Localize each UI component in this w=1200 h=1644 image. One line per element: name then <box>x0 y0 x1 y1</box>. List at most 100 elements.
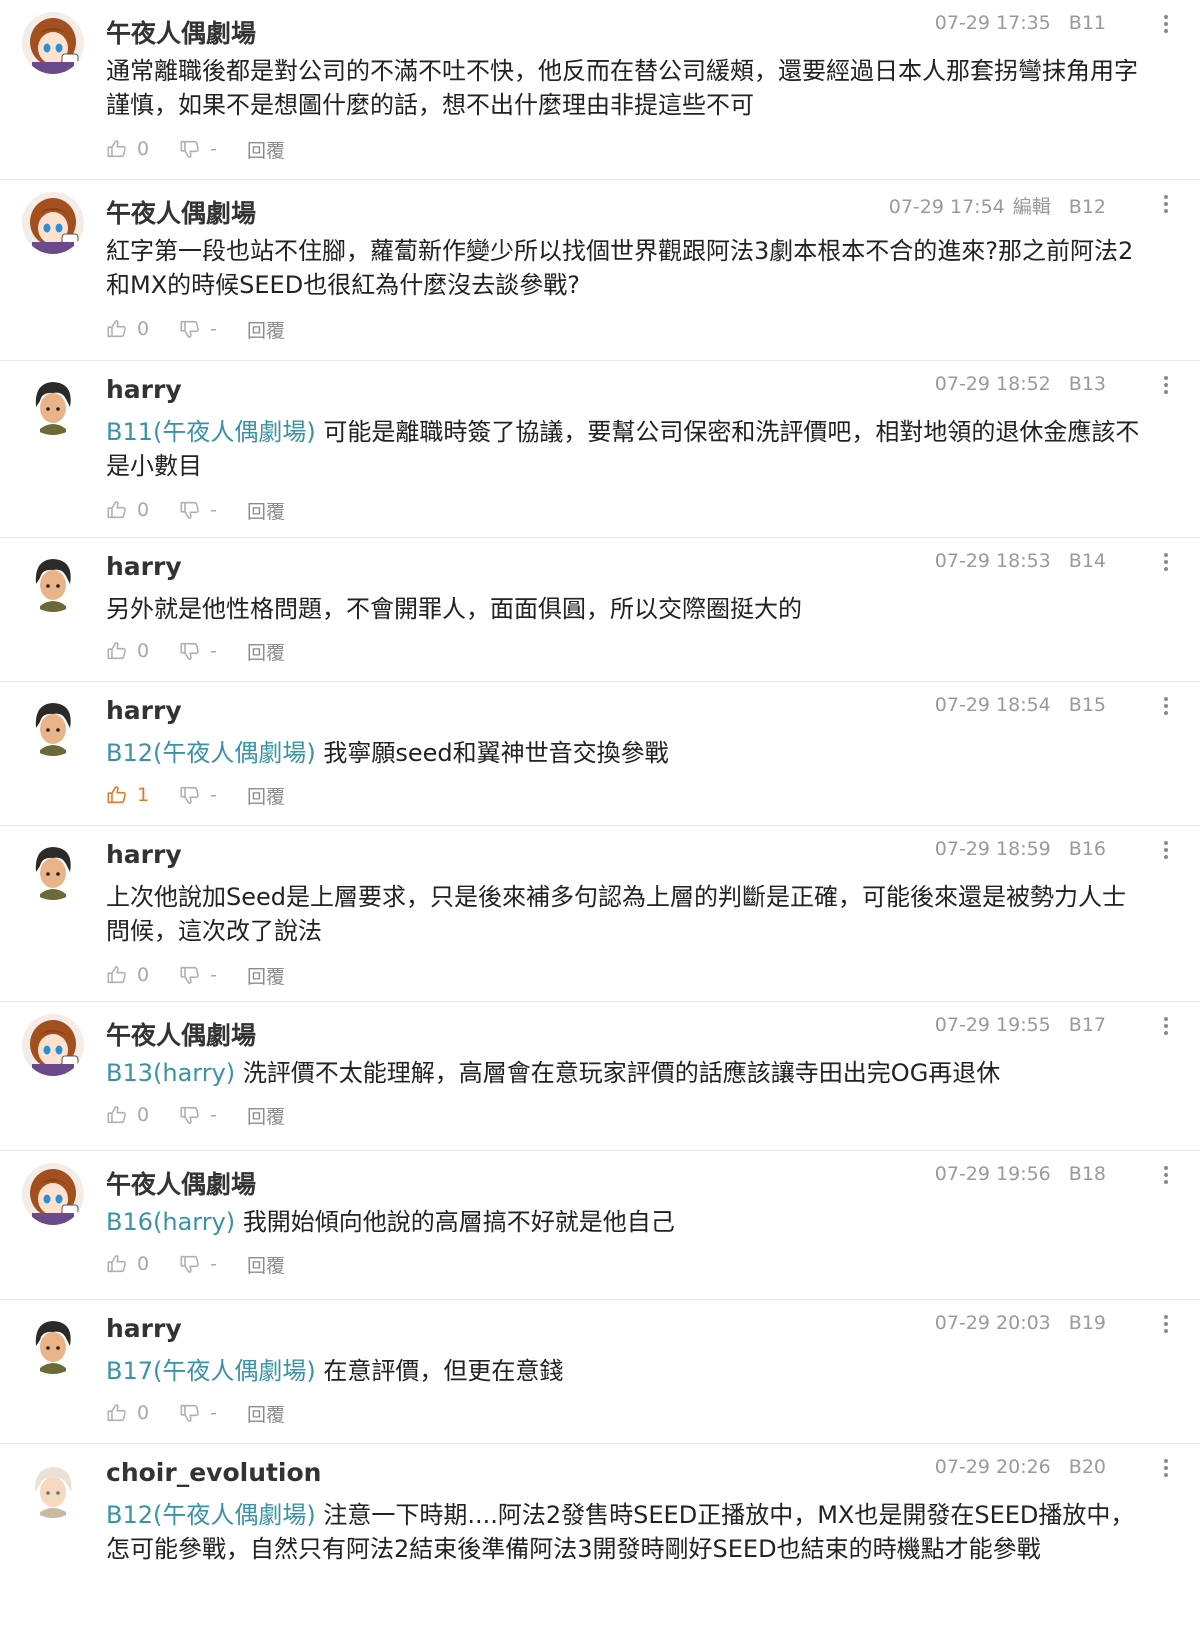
dislike-button[interactable]: - <box>179 318 217 340</box>
comment-text: B13(harry) 洗評價不太能理解，高層會在意玩家評價的話應該讓寺田出完OG… <box>106 1056 1140 1090</box>
dislike-count: - <box>210 640 217 662</box>
comment-item: harry 07-29 18:52 B13 B11(午夜人偶劇場) 可能是離職時簽了協… <box>0 361 1200 538</box>
anime-girl-avatar[interactable] <box>22 192 84 254</box>
anime-girl-avatar[interactable] <box>22 12 84 74</box>
floor-number[interactable]: B12 <box>1069 196 1106 218</box>
comment-timestamp: 07-29 20:03 <box>934 1312 1051 1334</box>
dark-hair-boy-avatar[interactable] <box>22 838 84 900</box>
like-button[interactable]: 0 <box>106 499 149 521</box>
more-options-icon[interactable] <box>1156 12 1176 38</box>
floor-number[interactable]: B19 <box>1069 1312 1106 1334</box>
dislike-button[interactable]: - <box>179 1402 217 1424</box>
more-options-icon[interactable] <box>1156 1163 1176 1189</box>
dislike-button[interactable]: - <box>179 138 217 160</box>
floor-number[interactable]: B11 <box>1069 12 1106 34</box>
thumbs-up-icon <box>106 138 128 160</box>
reply-button[interactable]: 回覆 <box>247 1102 285 1129</box>
dark-hair-boy-avatar[interactable] <box>22 1312 84 1374</box>
white-hair-avatar[interactable] <box>22 1456 84 1518</box>
like-button[interactable]: 0 <box>106 318 149 340</box>
floor-number[interactable]: B14 <box>1069 550 1106 572</box>
reply-mention-link[interactable]: B16(harry) <box>106 1208 235 1236</box>
dislike-count: - <box>210 1253 217 1275</box>
dislike-button[interactable]: - <box>179 964 217 986</box>
like-button[interactable]: 0 <box>106 964 149 986</box>
reply-button[interactable]: 回覆 <box>247 497 285 524</box>
dislike-button[interactable]: - <box>179 640 217 662</box>
floor-number[interactable]: B17 <box>1069 1014 1106 1036</box>
dislike-button[interactable]: - <box>179 499 217 521</box>
reply-button[interactable]: 回覆 <box>247 638 285 665</box>
comment-author[interactable]: harry <box>106 840 182 869</box>
dark-hair-boy-avatar[interactable] <box>22 694 84 756</box>
reply-button[interactable]: 回覆 <box>247 962 285 989</box>
dislike-button[interactable]: - <box>179 1104 217 1126</box>
floor-number[interactable]: B18 <box>1069 1163 1106 1185</box>
like-button[interactable]: 0 <box>106 640 149 662</box>
floor-number[interactable]: B20 <box>1069 1456 1106 1478</box>
comment-timestamp: 07-29 18:53 <box>934 550 1051 572</box>
comment-body: 通常離職後都是對公司的不滿不吐不快，他反而在替公司緩頰，還要經過日本人那套拐彎抹… <box>106 57 1138 119</box>
dislike-count: - <box>210 1104 217 1126</box>
like-count: 0 <box>137 1104 150 1126</box>
floor-number[interactable]: B16 <box>1069 838 1106 860</box>
reply-mention-link[interactable]: B17(午夜人偶劇場) <box>106 1357 316 1385</box>
more-options-icon[interactable] <box>1156 838 1176 864</box>
comment-actions: 0 - 回覆 <box>106 636 285 666</box>
comment-actions: 0 - 回覆 <box>106 960 285 990</box>
dislike-count: - <box>210 784 217 806</box>
comment-author[interactable]: 午夜人偶劇場 <box>106 1016 256 1052</box>
comment-meta: 07-29 18:52 B13 <box>935 373 1106 395</box>
more-options-icon[interactable] <box>1156 550 1176 576</box>
thumbs-up-icon <box>106 1253 128 1275</box>
more-options-icon[interactable] <box>1156 694 1176 720</box>
reply-button[interactable]: 回覆 <box>247 316 285 343</box>
dark-hair-boy-avatar[interactable] <box>22 550 84 612</box>
comment-author[interactable]: harry <box>106 552 182 581</box>
comment-author[interactable]: harry <box>106 696 182 725</box>
reply-button[interactable]: 回覆 <box>247 782 285 809</box>
dislike-button[interactable]: - <box>179 1253 217 1275</box>
like-count: 0 <box>137 640 150 662</box>
comment-author[interactable]: 午夜人偶劇場 <box>106 14 256 50</box>
like-button[interactable]: 0 <box>106 1402 149 1424</box>
floor-number[interactable]: B15 <box>1069 694 1106 716</box>
anime-girl-avatar[interactable] <box>22 1163 84 1225</box>
reply-button[interactable]: 回覆 <box>247 136 285 163</box>
dark-hair-boy-avatar[interactable] <box>22 373 84 435</box>
like-count: 0 <box>137 318 150 340</box>
more-options-icon[interactable] <box>1156 1456 1176 1482</box>
like-button[interactable]: 1 <box>106 784 149 806</box>
floor-number[interactable]: B13 <box>1069 373 1106 395</box>
like-button[interactable]: 0 <box>106 1253 149 1275</box>
more-options-icon[interactable] <box>1156 373 1176 399</box>
more-options-icon[interactable] <box>1156 1014 1176 1040</box>
comment-timestamp: 07-29 17:35 <box>934 12 1051 34</box>
thumbs-down-icon <box>179 1402 201 1424</box>
reply-button[interactable]: 回覆 <box>247 1251 285 1278</box>
reply-mention-link[interactable]: B11(午夜人偶劇場) <box>106 418 316 446</box>
comment-text: 紅字第一段也站不住腳，蘿蔔新作變少所以找個世界觀跟阿法3劇本根本不合的進來?那之… <box>106 234 1140 302</box>
comment-author[interactable]: harry <box>106 1314 182 1343</box>
comment-author[interactable]: choir_evolution <box>106 1458 321 1487</box>
comment-body: 我開始傾向他說的高層搞不好就是他自己 <box>242 1208 675 1236</box>
dislike-button[interactable]: - <box>179 784 217 806</box>
more-options-icon[interactable] <box>1156 1312 1176 1338</box>
reply-mention-link[interactable]: B12(午夜人偶劇場) <box>106 739 316 767</box>
anime-girl-avatar[interactable] <box>22 1014 84 1076</box>
comment-meta: 07-29 18:53 B14 <box>935 550 1106 572</box>
comment-author[interactable]: harry <box>106 375 182 404</box>
like-button[interactable]: 0 <box>106 138 149 160</box>
more-options-icon[interactable] <box>1156 192 1176 218</box>
comment-author[interactable]: 午夜人偶劇場 <box>106 1165 256 1201</box>
comment-body: 我寧願seed和翼神世音交換參戰 <box>323 739 669 767</box>
comment-author[interactable]: 午夜人偶劇場 <box>106 194 256 230</box>
comment-meta: 07-29 19:55 B17 <box>935 1014 1106 1036</box>
reply-mention-link[interactable]: B13(harry) <box>106 1059 235 1087</box>
thumbs-down-icon <box>179 640 201 662</box>
like-button[interactable]: 0 <box>106 1104 149 1126</box>
reply-button[interactable]: 回覆 <box>247 1400 285 1427</box>
comment-body: 在意評價，但更在意錢 <box>323 1357 564 1385</box>
comment-text: 上次他說加Seed是上層要求，只是後來補多句認為上層的判斷是正確，可能後來還是被… <box>106 880 1140 948</box>
reply-mention-link[interactable]: B12(午夜人偶劇場) <box>106 1501 316 1529</box>
